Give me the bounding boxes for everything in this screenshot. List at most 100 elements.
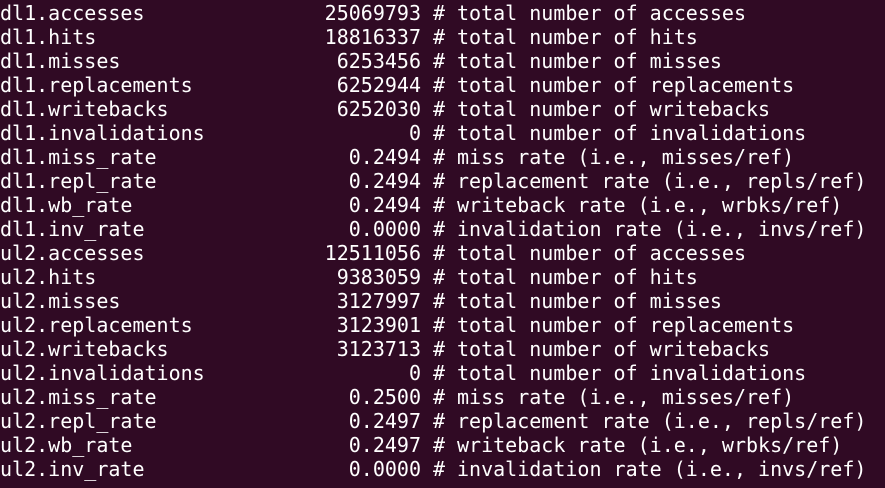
comment-marker: # — [433, 241, 446, 265]
stat-value: 3127997 — [336, 289, 421, 313]
stat-name: dl1.inv_rate — [0, 217, 145, 241]
output-line: dl1.miss_rate 0.2494 # miss rate (i.e., mis… — [0, 145, 885, 169]
stat-name: dl1.accesses — [0, 1, 145, 25]
stat-value: 3123713 — [336, 337, 421, 361]
output-line: ul2.hits 9383059 # total number of hits — [0, 265, 885, 289]
stat-name: ul2.miss_rate — [0, 385, 157, 409]
output-line: ul2.writebacks 3123713 # total number of wr… — [0, 337, 885, 361]
stat-description: total number of writebacks — [457, 337, 771, 361]
stat-value: 0.2497 — [348, 433, 421, 457]
stat-name: ul2.inv_rate — [0, 457, 145, 481]
stat-name: ul2.accesses — [0, 241, 145, 265]
stat-description: miss rate (i.e., misses/ref) — [457, 145, 795, 169]
output-line: ul2.inv_rate 0.0000 # invalidation rate (i.… — [0, 457, 885, 481]
comment-marker: # — [433, 457, 446, 481]
stat-description: total number of invalidations — [457, 361, 807, 385]
comment-marker: # — [433, 313, 446, 337]
output-line: dl1.wb_rate 0.2494 # writeback rate (i.e., … — [0, 193, 885, 217]
stat-value: 25069793 — [324, 1, 421, 25]
output-line: dl1.accesses 25069793 # total number of acc… — [0, 1, 885, 25]
stat-value: 0.2494 — [348, 169, 421, 193]
output-line: ul2.wb_rate 0.2497 # writeback rate (i.e., … — [0, 433, 885, 457]
output-line: dl1.invalidations 0 # total number of inval… — [0, 121, 885, 145]
stat-description: total number of invalidations — [457, 121, 807, 145]
terminal-output: dl1.accesses 25069793 # total number of acc… — [0, 1, 885, 481]
stat-description: total number of hits — [457, 265, 698, 289]
comment-marker: # — [433, 1, 446, 25]
comment-marker: # — [433, 121, 446, 145]
stat-value: 6252030 — [336, 97, 421, 121]
stat-name: ul2.hits — [0, 265, 97, 289]
output-line: ul2.invalidations 0 # total number of inval… — [0, 361, 885, 385]
stat-value: 6252944 — [336, 73, 421, 97]
terminal-window[interactable]: dl1.accesses 25069793 # total number of acc… — [0, 0, 885, 488]
stat-value: 9383059 — [336, 265, 421, 289]
output-line: ul2.repl_rate 0.2497 # replacement rate (i.… — [0, 409, 885, 433]
comment-marker: # — [433, 265, 446, 289]
output-line: dl1.misses 6253456 # total number of misses — [0, 49, 885, 73]
stat-description: total number of hits — [457, 25, 698, 49]
comment-marker: # — [433, 169, 446, 193]
output-line: dl1.inv_rate 0.0000 # invalidation rate (i.… — [0, 217, 885, 241]
stat-description: invalidation rate (i.e., invs/ref) — [457, 457, 867, 481]
stat-value: 0.2494 — [348, 145, 421, 169]
stat-name: dl1.writebacks — [0, 97, 169, 121]
output-line: dl1.repl_rate 0.2494 # replacement rate (i.… — [0, 169, 885, 193]
comment-marker: # — [433, 73, 446, 97]
stat-value: 0 — [408, 361, 421, 385]
output-line: dl1.replacements 6252944 # total number of … — [0, 73, 885, 97]
stat-description: replacement rate (i.e., repls/ref) — [457, 409, 867, 433]
stat-name: dl1.repl_rate — [0, 169, 157, 193]
output-line: ul2.miss_rate 0.2500 # miss rate (i.e., mis… — [0, 385, 885, 409]
comment-marker: # — [433, 385, 446, 409]
stat-value: 0.0000 — [348, 457, 421, 481]
stat-value: 3123901 — [336, 313, 421, 337]
stat-description: total number of misses — [457, 289, 722, 313]
stat-description: total number of accesses — [457, 241, 746, 265]
stat-name: ul2.repl_rate — [0, 409, 157, 433]
stat-value: 0.2500 — [348, 385, 421, 409]
output-line: ul2.misses 3127997 # total number of misses — [0, 289, 885, 313]
comment-marker: # — [433, 409, 446, 433]
stat-value: 0 — [408, 121, 421, 145]
comment-marker: # — [433, 433, 446, 457]
stat-name: ul2.replacements — [0, 313, 193, 337]
comment-marker: # — [433, 217, 446, 241]
comment-marker: # — [433, 193, 446, 217]
stat-description: total number of accesses — [457, 1, 746, 25]
output-line: ul2.replacements 3123901 # total number of … — [0, 313, 885, 337]
output-line: dl1.writebacks 6252030 # total number of wr… — [0, 97, 885, 121]
stat-name: ul2.wb_rate — [0, 433, 133, 457]
stat-description: writeback rate (i.e., wrbks/ref) — [457, 433, 843, 457]
stat-name: dl1.misses — [0, 49, 121, 73]
stat-name: dl1.hits — [0, 25, 97, 49]
stat-description: miss rate (i.e., misses/ref) — [457, 385, 795, 409]
comment-marker: # — [433, 145, 446, 169]
comment-marker: # — [433, 337, 446, 361]
comment-marker: # — [433, 97, 446, 121]
stat-description: total number of writebacks — [457, 97, 771, 121]
output-line: dl1.hits 18816337 # total number of hits — [0, 25, 885, 49]
stat-description: total number of replacements — [457, 313, 795, 337]
stat-description: total number of replacements — [457, 73, 795, 97]
stat-value: 0.2494 — [348, 193, 421, 217]
output-line: ul2.accesses 12511056 # total number of acc… — [0, 241, 885, 265]
stat-name: ul2.writebacks — [0, 337, 169, 361]
stat-value: 0.2497 — [348, 409, 421, 433]
comment-marker: # — [433, 25, 446, 49]
comment-marker: # — [433, 49, 446, 73]
stat-value: 12511056 — [324, 241, 421, 265]
stat-value: 0.0000 — [348, 217, 421, 241]
stat-description: replacement rate (i.e., repls/ref) — [457, 169, 867, 193]
stat-description: invalidation rate (i.e., invs/ref) — [457, 217, 867, 241]
stat-name: ul2.invalidations — [0, 361, 205, 385]
stat-name: dl1.wb_rate — [0, 193, 133, 217]
stat-name: dl1.miss_rate — [0, 145, 157, 169]
stat-name: ul2.misses — [0, 289, 121, 313]
comment-marker: # — [433, 361, 446, 385]
comment-marker: # — [433, 289, 446, 313]
stat-name: dl1.replacements — [0, 73, 193, 97]
stat-name: dl1.invalidations — [0, 121, 205, 145]
stat-description: total number of misses — [457, 49, 722, 73]
stat-description: writeback rate (i.e., wrbks/ref) — [457, 193, 843, 217]
